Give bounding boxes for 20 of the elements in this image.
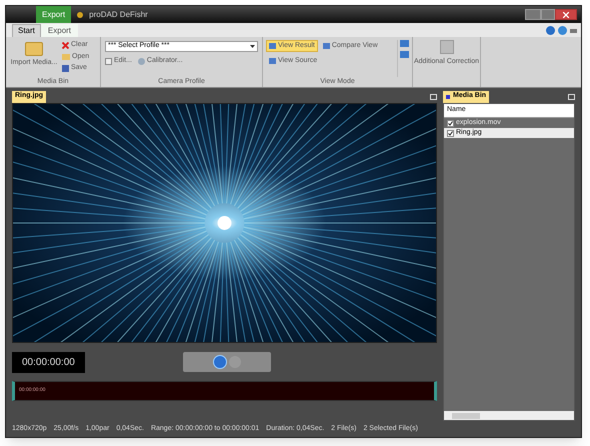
info-icon [558,26,567,35]
close-icon [563,12,569,18]
checkbox[interactable] [447,120,454,126]
window-title: proDAD DeFishr [89,8,148,20]
ribbon-tab[interactable]: Export [40,24,78,37]
dropdown-caret-icon [250,45,255,48]
horizontal-scrollbar[interactable] [444,411,574,420]
close-icon [62,42,69,49]
maximize-icon [568,94,575,100]
context-tab-label: Export [36,6,72,23]
ribbon-tab[interactable]: Start [12,24,41,37]
maximize-button[interactable] [541,9,555,20]
minimize-button[interactable] [525,9,541,20]
help-icon [546,26,555,35]
play-button[interactable] [212,355,227,369]
app-icon [77,12,84,18]
checkbox[interactable] [447,130,454,136]
close-button[interactable] [555,9,577,20]
maximize-icon [430,94,437,100]
timecode-display: 00:00:00:00 [12,352,85,372]
